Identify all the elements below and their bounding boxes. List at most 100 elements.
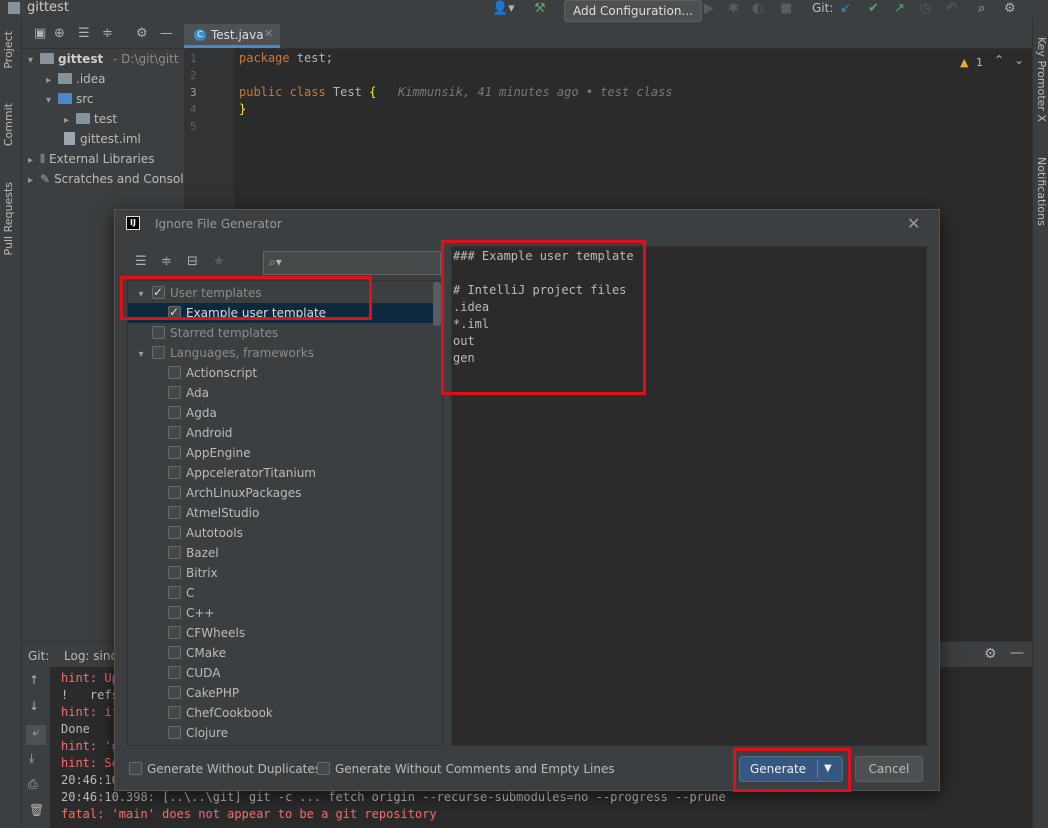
- checkbox[interactable]: [168, 706, 181, 719]
- panel-gear-icon[interactable]: ⚙: [984, 646, 997, 662]
- tree-item-scratches[interactable]: ▸ ✎ Scratches and Console: [28, 169, 184, 189]
- template-row[interactable]: Clojure: [128, 723, 442, 743]
- git-update-icon[interactable]: ↙: [840, 1, 851, 17]
- tab-pull-requests[interactable]: Pull Requests: [2, 182, 15, 255]
- template-preview[interactable]: ### Example user template # IntelliJ proj…: [451, 246, 927, 746]
- minimize-icon[interactable]: —: [1010, 645, 1024, 661]
- collapse-all-icon[interactable]: ≑: [161, 254, 172, 270]
- template-row[interactable]: CakePHP: [128, 683, 442, 703]
- checkbox[interactable]: [168, 406, 181, 419]
- checkbox[interactable]: [152, 282, 165, 302]
- template-row[interactable]: Starred templates: [128, 323, 442, 343]
- cancel-button[interactable]: Cancel: [855, 756, 923, 782]
- git-push-icon[interactable]: ↗: [894, 1, 905, 17]
- tree-item-iml[interactable]: gittest.iml: [64, 129, 141, 149]
- checkbox[interactable]: [168, 386, 181, 399]
- rollback-icon[interactable]: ↶: [946, 1, 957, 17]
- warning-count[interactable]: 1: [976, 56, 983, 69]
- option-without-duplicates[interactable]: Generate Without Duplicates: [129, 762, 321, 776]
- run-icon[interactable]: ▶: [704, 1, 714, 17]
- checkbox[interactable]: [168, 302, 181, 322]
- template-row[interactable]: AppceleratorTitanium: [128, 463, 442, 483]
- checkbox[interactable]: [168, 566, 181, 579]
- template-row[interactable]: ▾ User templates: [128, 282, 442, 303]
- checkbox[interactable]: [168, 426, 181, 439]
- chevron-right-icon[interactable]: ▸: [28, 171, 40, 191]
- checkbox[interactable]: [168, 626, 181, 639]
- chevron-down-icon[interactable]: ▼: [824, 757, 832, 781]
- checkbox[interactable]: [168, 666, 181, 679]
- panel-settings-icon[interactable]: ⚙: [136, 26, 148, 42]
- template-row[interactable]: CUDA: [128, 663, 442, 683]
- tree-item-external-libraries[interactable]: ▸ ⫴ External Libraries: [28, 149, 154, 169]
- checkbox[interactable]: [317, 762, 330, 775]
- template-row[interactable]: Android: [128, 423, 442, 443]
- chevron-right-icon[interactable]: ▸: [64, 111, 76, 131]
- user-icon[interactable]: 👤▾: [492, 1, 515, 17]
- checkbox[interactable]: [168, 486, 181, 499]
- project-view-icon[interactable]: ▣: [34, 26, 46, 42]
- next-highlight-icon[interactable]: ⌄: [1014, 53, 1024, 67]
- checkbox[interactable]: [168, 506, 181, 519]
- template-row[interactable]: ChefCookbook: [128, 703, 442, 723]
- previous-highlight-icon[interactable]: ⌃: [994, 53, 1004, 67]
- git-commit-icon[interactable]: ✔: [868, 1, 879, 17]
- checkbox[interactable]: [168, 546, 181, 559]
- template-row[interactable]: C++: [128, 603, 442, 623]
- tree-root[interactable]: ▾ gittest - D:\git\gitt: [28, 49, 179, 69]
- template-row[interactable]: Bitrix: [128, 563, 442, 583]
- star-icon[interactable]: ★: [213, 254, 225, 270]
- chevron-down-icon[interactable]: ▾: [28, 51, 40, 71]
- project-name[interactable]: gittest: [27, 0, 69, 15]
- collapse-all-icon[interactable]: ≑: [102, 26, 113, 42]
- debug-icon[interactable]: ✱: [728, 1, 739, 17]
- tree-item-test[interactable]: ▸ test: [64, 109, 117, 129]
- checkbox[interactable]: [168, 366, 181, 379]
- generate-button[interactable]: Generate ▼: [739, 756, 843, 782]
- tab-close-icon[interactable]: ✕: [264, 27, 273, 40]
- template-row[interactable]: Example user template: [128, 302, 442, 323]
- checkbox[interactable]: [168, 646, 181, 659]
- coverage-icon[interactable]: ◐: [752, 1, 763, 17]
- expand-all-icon[interactable]: ☰: [135, 254, 147, 270]
- close-icon[interactable]: ✕: [907, 214, 920, 233]
- template-row[interactable]: AtmelStudio: [128, 503, 442, 523]
- tab-notifications[interactable]: Notifications: [1035, 157, 1048, 226]
- locate-icon[interactable]: ⊕: [54, 26, 65, 42]
- soft-wrap-icon[interactable]: ⤶: [26, 725, 46, 745]
- chevron-down-icon[interactable]: ▾: [46, 91, 58, 111]
- template-row[interactable]: ▾ Languages, frameworks: [128, 343, 442, 363]
- checkbox[interactable]: [168, 686, 181, 699]
- scroll-to-end-icon[interactable]: ⤓: [29, 751, 34, 766]
- chevron-right-icon[interactable]: ▸: [28, 151, 40, 171]
- warning-icon[interactable]: ▲: [960, 56, 968, 69]
- tab-key-promoter[interactable]: Key Promoter X: [1035, 37, 1048, 122]
- checkbox[interactable]: [168, 526, 181, 539]
- template-row[interactable]: CMake: [128, 643, 442, 663]
- expand-all-icon[interactable]: ☰: [78, 26, 90, 42]
- checkbox[interactable]: [129, 762, 142, 775]
- checkbox[interactable]: [168, 446, 181, 459]
- template-row[interactable]: Agda: [128, 403, 442, 423]
- scroll-down-icon[interactable]: ↓: [29, 699, 39, 713]
- template-row[interactable]: C: [128, 583, 442, 603]
- settings-icon[interactable]: ⚙: [1004, 1, 1016, 17]
- template-row[interactable]: Autotools: [128, 523, 442, 543]
- option-without-comments[interactable]: Generate Without Comments and Empty Line…: [317, 762, 615, 776]
- editor-tab-test-java[interactable]: C Test.java ✕: [184, 24, 280, 48]
- template-row[interactable]: Ada: [128, 383, 442, 403]
- add-configuration-button[interactable]: Add Configuration...: [564, 0, 702, 22]
- template-row[interactable]: ArchLinuxPackages: [128, 483, 442, 503]
- chevron-right-icon[interactable]: ▸: [46, 71, 58, 91]
- template-row[interactable]: CFWheels: [128, 623, 442, 643]
- tree-scrollbar[interactable]: [433, 282, 441, 326]
- tree-item-idea[interactable]: ▸ .idea: [46, 69, 106, 89]
- checkbox[interactable]: [152, 346, 165, 359]
- tab-project[interactable]: Project: [2, 31, 15, 69]
- checkbox[interactable]: [168, 726, 181, 739]
- build-hammer-icon[interactable]: ⚒: [534, 1, 546, 17]
- search-icon[interactable]: ⌕: [978, 1, 985, 17]
- uncheck-all-icon[interactable]: ⊟: [187, 254, 198, 270]
- checkbox[interactable]: [152, 326, 165, 339]
- template-search-input[interactable]: ⌕▾: [263, 251, 441, 275]
